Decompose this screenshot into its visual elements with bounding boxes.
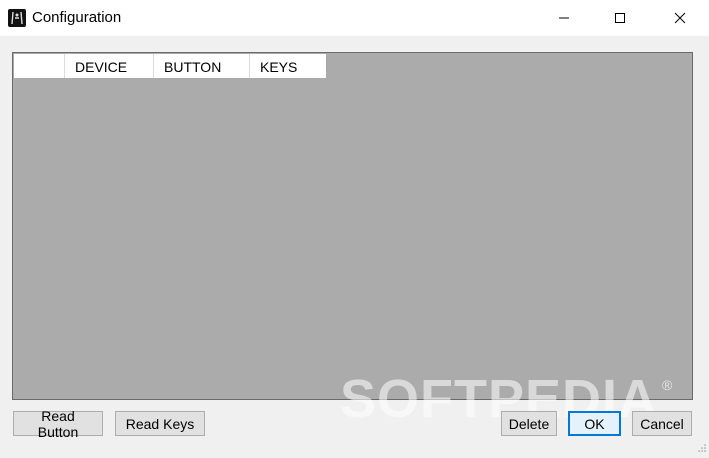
column-header-button[interactable]: BUTTON [154,54,250,78]
column-header-device[interactable]: DEVICE [65,54,154,78]
resize-grip-icon[interactable] [697,440,707,452]
minimize-button[interactable] [541,0,587,36]
grid-header-row: DEVICE BUTTON KEYS [14,54,326,78]
ok-button[interactable]: OK [568,411,621,436]
grid-corner-cell[interactable] [14,54,65,78]
read-keys-button[interactable]: Read Keys [115,411,205,436]
delete-button[interactable]: Delete [501,411,557,436]
app-logo-icon [8,9,26,27]
close-icon [674,12,686,24]
close-button[interactable] [657,0,703,36]
watermark-registered-mark: ® [662,377,673,393]
mapping-grid[interactable]: DEVICE BUTTON KEYS [12,52,693,400]
maximize-button[interactable] [597,0,643,36]
column-header-keys[interactable]: KEYS [250,54,326,78]
minimize-icon [559,17,569,19]
read-button-button[interactable]: Read Button [13,408,103,440]
title-bar[interactable]: Configuration [0,0,709,36]
cancel-button[interactable]: Cancel [632,411,692,436]
window-title: Configuration [32,9,122,26]
maximize-icon [615,13,625,23]
